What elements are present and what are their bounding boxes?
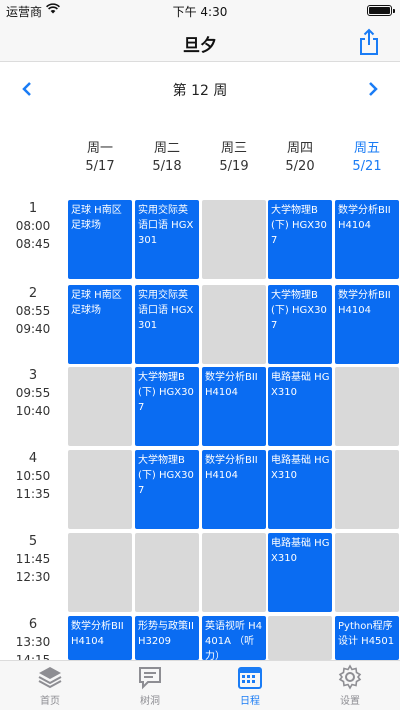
empty-slot[interactable]: [68, 533, 132, 612]
day-name: 周三: [220, 141, 247, 156]
day-name: 周四: [286, 141, 313, 156]
course-block[interactable]: 数学分析BII H4104: [335, 200, 399, 279]
empty-slot[interactable]: [202, 533, 266, 612]
share-icon[interactable]: [356, 28, 382, 56]
period-number: 5: [28, 534, 38, 549]
course-block[interactable]: 实用交际英语口语 HGX301: [135, 285, 199, 364]
period-start: 08:00: [15, 219, 51, 233]
period-start: 08:55: [15, 304, 51, 318]
tab-treehole[interactable]: 树洞: [100, 664, 200, 710]
day-header: 周三 5/19: [201, 140, 267, 176]
course-block[interactable]: 形势与政策II H3209: [135, 616, 199, 660]
app-screen: 运营商 下午 4:30 旦夕 第 12 周 周一 5/17 周二 5/18 周三 5/19…: [0, 0, 400, 710]
course-block[interactable]: 电路基础 HGX310: [268, 533, 332, 612]
empty-slot[interactable]: [335, 533, 399, 612]
period-number: 6: [28, 617, 38, 632]
period-label: 5 11:45 12:30: [0, 533, 66, 586]
course-block[interactable]: 数学分析BII H4104: [335, 285, 399, 364]
period-end: 10:40: [15, 404, 51, 418]
tab-label: 首页: [40, 696, 60, 707]
course-block[interactable]: 实用交际英语口语 HGX301: [135, 200, 199, 279]
period-start: 10:50: [15, 469, 51, 483]
empty-slot[interactable]: [68, 367, 132, 446]
tab-label: 树洞: [140, 696, 160, 707]
period-end: 09:40: [15, 322, 51, 336]
course-block[interactable]: 英语视听 H4401A （听力）: [202, 616, 266, 660]
empty-slot[interactable]: [202, 200, 266, 279]
status-time: 下午 4:30: [172, 5, 228, 19]
course-block[interactable]: 大学物理B(下) HGX307: [268, 200, 332, 279]
course-block[interactable]: 电路基础 HGX310: [268, 367, 332, 446]
period-start: 11:45: [15, 552, 51, 566]
day-date: 5/20: [285, 159, 315, 174]
week-switcher: 第 12 周: [0, 63, 400, 115]
day-header: 周四 5/20: [267, 140, 333, 176]
period-label: 2 08:55 09:40: [0, 285, 66, 338]
empty-slot[interactable]: [202, 285, 266, 364]
day-date: 5/17: [85, 159, 115, 174]
period-label: 1 08:00 08:45: [0, 200, 66, 253]
gear-icon: [338, 664, 362, 690]
day-date: 5/19: [219, 159, 249, 174]
tab-settings[interactable]: 设置: [300, 664, 400, 710]
empty-slot[interactable]: [335, 367, 399, 446]
period-label: 3 09:55 10:40: [0, 367, 66, 420]
day-name: 周二: [153, 141, 180, 156]
stack-icon: [38, 667, 62, 689]
course-block[interactable]: 足球 H南区足球场: [68, 285, 132, 364]
tab-bar: 首页 树洞 日程 设置: [0, 660, 400, 710]
period-number: 4: [28, 451, 38, 466]
day-header: 周一 5/17: [67, 140, 133, 176]
day-header: 周二 5/18: [134, 140, 200, 176]
day-header: 周五 5/21: [334, 140, 400, 176]
period-number: 2: [28, 286, 38, 301]
period-number: 3: [28, 368, 38, 383]
course-block[interactable]: 大学物理B(下) HGX307: [135, 450, 199, 529]
status-bar: 运营商 下午 4:30: [0, 0, 400, 22]
period-start: 09:55: [15, 386, 51, 400]
calendar-icon: [238, 667, 262, 689]
tab-home[interactable]: 首页: [0, 664, 100, 710]
period-end: 12:30: [15, 570, 51, 584]
day-name: 周五: [353, 141, 380, 156]
day-date: 5/21: [352, 159, 382, 174]
empty-slot[interactable]: [135, 533, 199, 612]
page-title: 旦夕: [183, 36, 217, 56]
course-block[interactable]: 数学分析BII H4104: [202, 367, 266, 446]
empty-slot[interactable]: [268, 616, 332, 660]
tab-label: 设置: [340, 696, 360, 707]
day-date: 5/18: [152, 159, 182, 174]
empty-slot[interactable]: [68, 450, 132, 529]
chevron-right-icon[interactable]: [360, 77, 384, 101]
nav-bar: 旦夕: [0, 22, 400, 62]
course-block[interactable]: 电路基础 HGX310: [268, 450, 332, 529]
period-start: 13:30: [15, 635, 51, 649]
course-block[interactable]: 足球 H南区足球场: [68, 200, 132, 279]
tab-label: 日程: [240, 696, 260, 707]
period-end: 08:45: [15, 237, 51, 251]
battery-icon: [367, 5, 395, 16]
day-name: 周一: [86, 141, 113, 156]
chat-bubble-icon: [139, 667, 161, 690]
period-number: 1: [28, 201, 38, 216]
period-label: 4 10:50 11:35: [0, 450, 66, 503]
empty-slot[interactable]: [335, 450, 399, 529]
course-block[interactable]: 大学物理B(下) HGX307: [135, 367, 199, 446]
course-block[interactable]: 数学分析BII H4104: [202, 450, 266, 529]
week-label: 第 12 周: [172, 83, 228, 99]
course-block[interactable]: 大学物理B(下) HGX307: [268, 285, 332, 364]
period-end: 11:35: [15, 487, 51, 501]
course-block[interactable]: 数学分析BII H4104: [68, 616, 132, 660]
course-block[interactable]: Python程序设计 H4501: [335, 616, 399, 660]
tab-schedule[interactable]: 日程: [200, 664, 300, 710]
